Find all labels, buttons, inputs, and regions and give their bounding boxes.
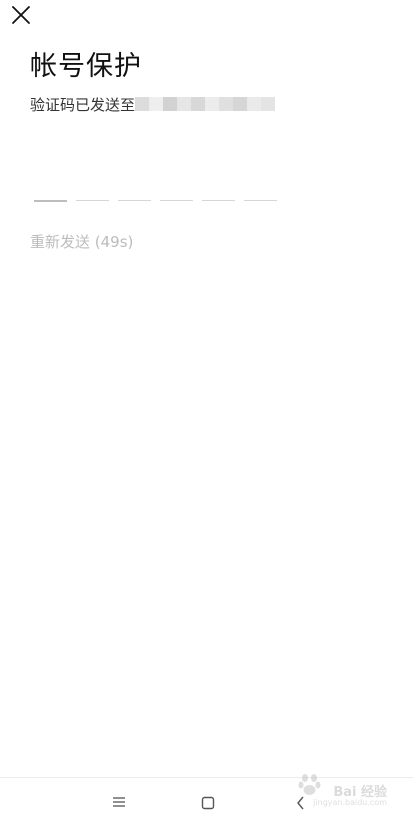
masked-digit (219, 97, 234, 111)
masked-digit (177, 97, 192, 111)
masked-phone-number (135, 97, 276, 111)
code-digit-slot[interactable] (244, 180, 277, 201)
paw-logo-icon (298, 774, 321, 795)
home-button[interactable] (188, 778, 228, 821)
watermark-url: jingyan.baidu.com (313, 798, 387, 807)
masked-digit (135, 97, 150, 111)
home-square-icon (201, 796, 215, 810)
code-digit-slot[interactable] (34, 180, 67, 202)
masked-digit (261, 97, 276, 111)
code-digit-slot[interactable] (202, 180, 235, 201)
verification-code-input[interactable] (34, 180, 277, 202)
resend-code-button: 重新发送 (49s) (30, 233, 134, 251)
masked-digit (191, 97, 206, 111)
code-digit-slot[interactable] (76, 180, 109, 201)
masked-digit (149, 97, 164, 111)
code-digit-slot[interactable] (118, 180, 151, 201)
sent-to-label: 验证码已发送至 (30, 95, 136, 114)
recent-apps-button[interactable] (99, 778, 139, 821)
close-button[interactable] (8, 2, 34, 28)
masked-digit (233, 97, 248, 111)
menu-icon (113, 797, 125, 807)
close-icon (12, 6, 30, 24)
sent-to-line: 验证码已发送至 (30, 94, 276, 114)
page-title: 帐号保护 (30, 51, 142, 82)
masked-digit (163, 97, 178, 111)
masked-digit (205, 97, 220, 111)
code-digit-slot[interactable] (160, 180, 193, 201)
masked-digit (247, 97, 262, 111)
baidu-jingyan-watermark: Bai 经验 jingyan.baidu.com (297, 771, 387, 811)
